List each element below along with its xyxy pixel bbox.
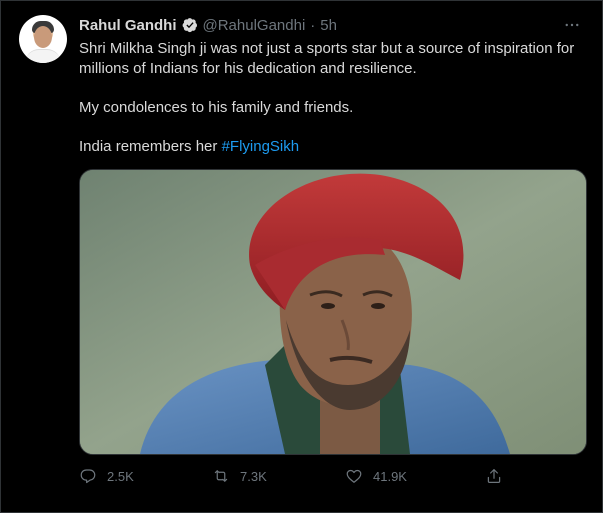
photo-portrait bbox=[80, 170, 586, 454]
reply-count: 2.5K bbox=[107, 468, 134, 484]
tweet-paragraph-last: India remembers her #FlyingSikh bbox=[79, 137, 584, 157]
tweet-card: Rahul Gandhi @RahulGandhi · 5h Shri Milk… bbox=[0, 0, 603, 513]
tweet-paragraph: My condolences to his family and friends… bbox=[79, 99, 354, 116]
retweet-button[interactable]: 7.3K bbox=[212, 465, 267, 487]
tweet-timestamp[interactable]: 5h bbox=[320, 17, 337, 34]
like-button[interactable]: 41.9K bbox=[345, 465, 407, 487]
retweet-count: 7.3K bbox=[240, 468, 267, 484]
separator-dot: · bbox=[310, 16, 316, 34]
avatar[interactable] bbox=[19, 15, 67, 63]
tweet-line-prefix: India remembers her bbox=[79, 138, 222, 155]
more-dots-icon[interactable] bbox=[562, 15, 582, 35]
avatar-shirt bbox=[25, 49, 61, 63]
tweet-actions: 2.5K 7.3K 41.9K bbox=[79, 465, 519, 487]
reply-icon bbox=[80, 469, 96, 484]
heart-icon bbox=[346, 469, 362, 483]
author-handle[interactable]: @RahulGandhi bbox=[203, 17, 306, 34]
share-button[interactable] bbox=[485, 465, 503, 487]
reply-button[interactable]: 2.5K bbox=[79, 465, 134, 487]
author-name[interactable]: Rahul Gandhi bbox=[79, 17, 177, 34]
tweet-photo[interactable] bbox=[79, 169, 587, 455]
tweet-text: Shri Milkha Singh ji was not just a spor… bbox=[79, 39, 584, 157]
tweet-header: Rahul Gandhi @RahulGandhi · 5h bbox=[79, 15, 337, 35]
hashtag-link[interactable]: #FlyingSikh bbox=[222, 138, 300, 155]
verified-badge-icon bbox=[182, 17, 198, 33]
tweet-paragraph: Shri Milkha Singh ji was not just a spor… bbox=[79, 40, 575, 77]
avatar-face bbox=[34, 26, 52, 48]
retweet-icon bbox=[214, 470, 228, 482]
share-icon bbox=[487, 469, 501, 483]
like-count: 41.9K bbox=[373, 468, 407, 484]
